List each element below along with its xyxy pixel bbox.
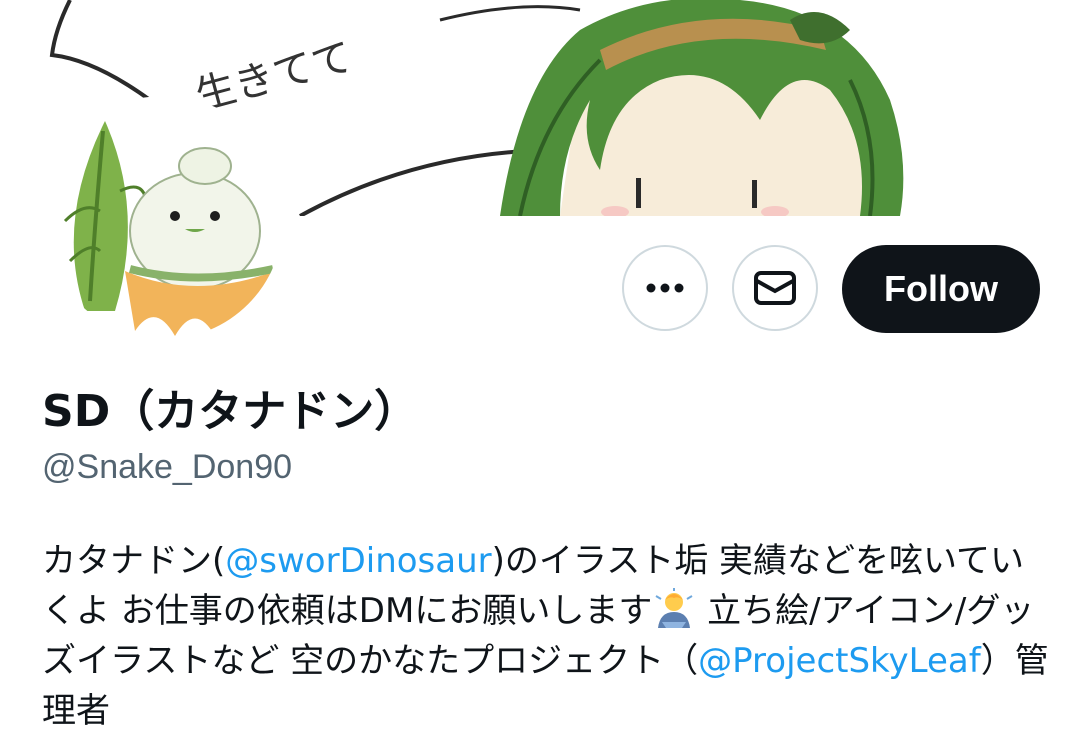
follow-button[interactable]: Follow	[842, 245, 1040, 333]
mention-link[interactable]: @sworDinosaur	[225, 541, 491, 581]
message-button[interactable]	[732, 245, 818, 331]
bio-text: カタナドン(	[42, 541, 226, 581]
more-button[interactable]	[622, 245, 708, 331]
display-name: SD（カタナドン）	[42, 386, 419, 437]
avatar-illustration	[45, 101, 283, 339]
person-bowing-emoji-icon	[655, 588, 693, 628]
more-horizontal-icon	[646, 283, 684, 293]
profile-bio: カタナドン(@sworDinosaur)のイラスト垢 実績などを呟いていくよ お…	[42, 536, 1052, 736]
mention-link[interactable]: @ProjectSkyLeaf	[698, 641, 981, 681]
profile-avatar[interactable]	[40, 96, 288, 344]
envelope-icon	[754, 271, 796, 305]
user-handle: @Snake_Don90	[42, 448, 293, 486]
